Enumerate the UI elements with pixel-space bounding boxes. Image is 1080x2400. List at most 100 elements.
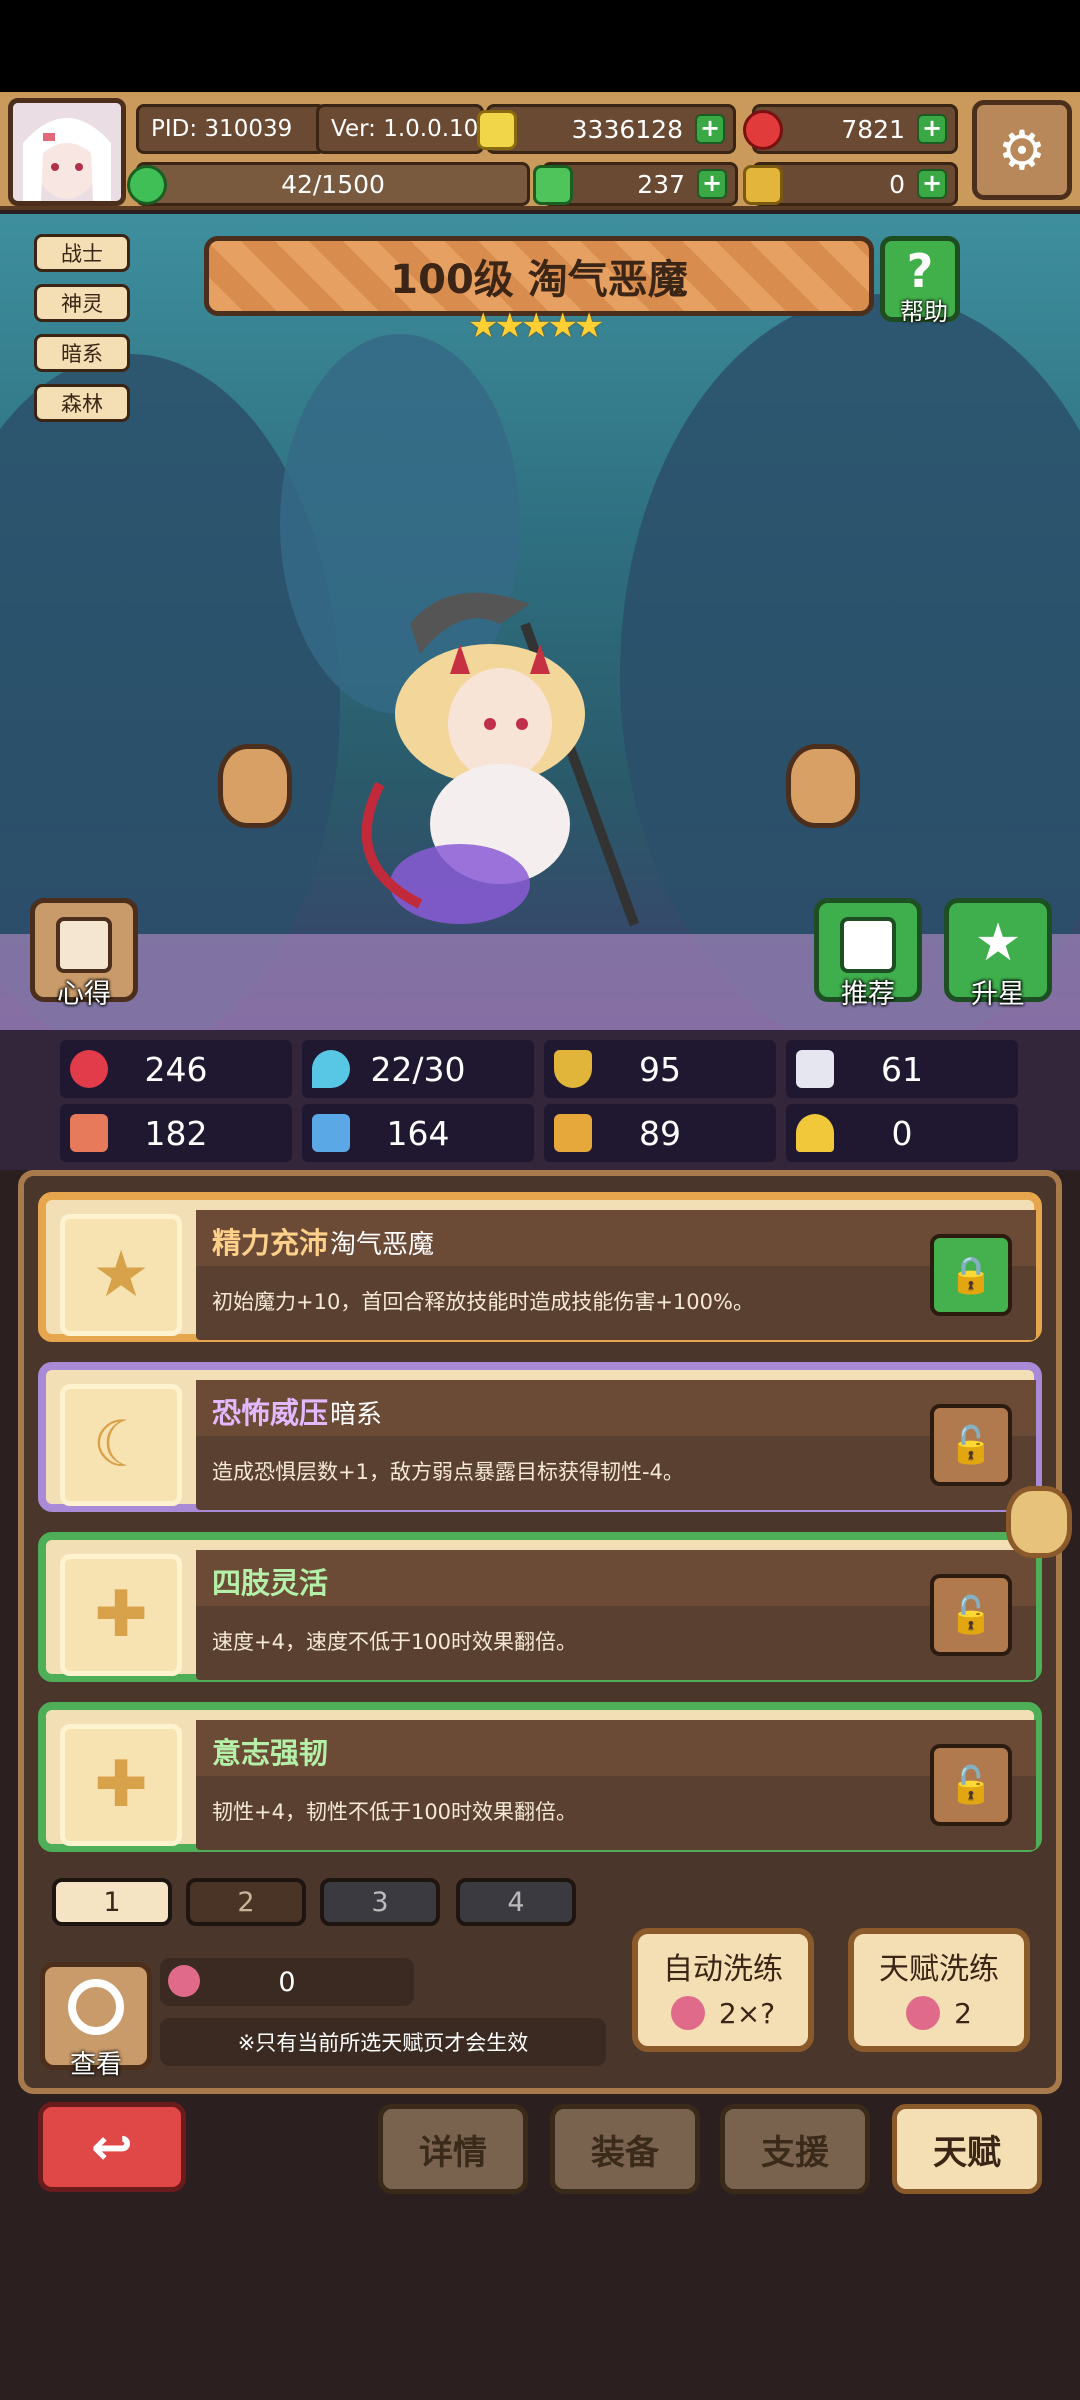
lock-icon: 🔒 — [948, 1255, 994, 1296]
tag-dark: 暗系 — [34, 334, 130, 372]
stat-defense: 95 — [544, 1040, 776, 1098]
red-gem-icon — [743, 110, 783, 150]
character-sprite — [361, 592, 640, 927]
star-icon: ★ — [974, 913, 1022, 973]
thumbs-up-icon — [840, 917, 896, 973]
talent-card-4[interactable]: ✚ 意志强韧 韧性+4，韧性不低于100时效果翻倍。 🔓 — [38, 1702, 1042, 1852]
talent-name: 意志强韧 — [212, 1736, 329, 1770]
tab-details[interactable]: 详情 — [378, 2104, 528, 2194]
key-icon — [743, 165, 783, 205]
talent-refine-button[interactable]: 天赋洗练 2 — [848, 1928, 1030, 2052]
status-bar — [0, 0, 1080, 92]
add-clover-button[interactable]: + — [697, 169, 727, 199]
prev-character-button[interactable] — [218, 744, 292, 828]
add-key-button[interactable]: + — [917, 169, 947, 199]
book-icon — [312, 1114, 350, 1152]
tag-warrior: 战士 — [34, 234, 130, 272]
talent-description: 速度+4，速度不低于100时效果翻倍。 — [212, 1630, 578, 1654]
recommend-label: 推荐 — [841, 979, 895, 1010]
stat-tenacity: 89 — [544, 1104, 776, 1162]
gold-counter: 3336128 + — [477, 104, 736, 154]
side-arrow-button[interactable] — [1006, 1486, 1072, 1558]
tag-deity: 神灵 — [34, 284, 130, 322]
fruit-icon — [670, 1996, 705, 2030]
clover-icon — [533, 165, 573, 205]
boot-icon — [554, 1114, 592, 1152]
unlock-icon: 🔓 — [948, 1425, 994, 1466]
fruit-counter: 0 — [160, 1958, 414, 2006]
gold-coin-icon — [477, 110, 517, 150]
page-tab-3[interactable]: 3 — [320, 1878, 440, 1926]
scroll-icon — [56, 917, 112, 973]
star-up-label: 升星 — [971, 979, 1025, 1010]
add-gold-button[interactable]: + — [695, 114, 725, 144]
talent-page-note: ※只有当前所选天赋页才会生效 — [160, 2018, 606, 2066]
return-arrow-icon: ↩ — [91, 2118, 133, 2176]
stat-speed: 61 — [786, 1040, 1018, 1098]
page-tab-4[interactable]: 4 — [456, 1878, 576, 1926]
tab-support[interactable]: 支援 — [720, 2104, 870, 2194]
stat-attack: 182 — [60, 1104, 292, 1162]
unlock-toggle[interactable]: 🔓 — [930, 1744, 1012, 1826]
key-value: 0 — [889, 169, 905, 199]
talent-refine-label: 天赋洗练 — [879, 1952, 999, 1987]
talent-refine-cost: 2 — [954, 1996, 972, 2030]
talent-name: 精力充沛 — [212, 1226, 329, 1260]
page-tab-2[interactable]: 2 — [186, 1878, 306, 1926]
tab-talent[interactable]: 天赋 — [892, 2104, 1042, 2194]
xp-bar: 42/1500 — [127, 162, 530, 206]
add-gem-button[interactable]: + — [917, 114, 947, 144]
shield-icon — [554, 1050, 592, 1088]
lock-toggle[interactable]: 🔒 — [930, 1234, 1012, 1316]
avatar[interactable] — [8, 98, 126, 206]
xp-value: 42/1500 — [281, 169, 385, 199]
talent-description: 初始魔力+10，首回合释放技能时造成技能伤害+100%。 — [212, 1290, 754, 1314]
view-label: 查看 — [69, 2050, 122, 2080]
cross-icon: ✚ — [60, 1724, 182, 1846]
unlock-toggle[interactable]: 🔓 — [930, 1574, 1012, 1656]
version: Ver: 1.0.0.10 — [316, 104, 484, 154]
talent-source: 淘气恶魔 — [330, 1230, 435, 1260]
tab-equipment[interactable]: 装备 — [550, 2104, 700, 2194]
xp-icon — [127, 165, 167, 205]
star-rating: ★★★★★ — [468, 306, 604, 346]
talent-card-3[interactable]: ✚ 四肢灵活 速度+4，速度不低于100时效果翻倍。 🔓 — [38, 1532, 1042, 1682]
clover-value: 237 — [637, 169, 685, 199]
gem-value: 7821 — [841, 114, 905, 144]
stat-luck: 0 — [786, 1104, 1018, 1162]
character-title: 100级 淘气恶魔 — [204, 236, 874, 316]
stat-hp: 246 — [60, 1040, 292, 1098]
cross-icon: ✚ — [60, 1554, 182, 1676]
next-character-button[interactable] — [786, 744, 860, 828]
fruit-value: 0 — [278, 1966, 296, 1998]
magnifier-icon — [68, 1979, 124, 2035]
tag-forest: 森林 — [34, 384, 130, 422]
talent-source: 暗系 — [330, 1400, 383, 1430]
back-button[interactable]: ↩ — [38, 2102, 186, 2192]
stat-mana: 22/30 — [302, 1040, 534, 1098]
star-badge-icon: ★ — [60, 1214, 182, 1336]
fist-icon — [70, 1114, 108, 1152]
water-drop-icon — [312, 1050, 350, 1088]
horseshoe-icon — [796, 1114, 834, 1152]
talent-description: 造成恐惧层数+1，敌方弱点暴露目标获得韧性-4。 — [212, 1460, 684, 1484]
unlock-icon: 🔓 — [948, 1765, 994, 1806]
page-tab-1[interactable]: 1 — [52, 1878, 172, 1926]
talent-card-2[interactable]: ☾ 恐怖威压 暗系 造成恐惧层数+1，敌方弱点暴露目标获得韧性-4。 🔓 — [38, 1362, 1042, 1512]
fruit-icon — [168, 1965, 200, 1997]
gear-icon: ⚙ — [997, 118, 1047, 182]
talent-description: 韧性+4，韧性不低于100时效果翻倍。 — [212, 1800, 578, 1824]
fruit-icon — [906, 1996, 941, 2030]
player-id: PID: 310039 — [136, 104, 326, 154]
settings-button[interactable]: ⚙ — [972, 100, 1072, 200]
auto-refine-label: 自动洗练 — [663, 1952, 783, 1987]
wing-icon — [796, 1050, 834, 1088]
key-counter: 0 + — [743, 162, 958, 206]
heart-icon — [70, 1050, 108, 1088]
talent-card-1[interactable]: ★ 精力充沛 淘气恶魔 初始魔力+10，首回合释放技能时造成技能伤害+100%。… — [38, 1192, 1042, 1342]
auto-refine-cost: 2×? — [718, 1996, 776, 2030]
moon-icon: ☾ — [60, 1384, 182, 1506]
unlock-toggle[interactable]: 🔓 — [930, 1404, 1012, 1486]
gem-counter: 7821 + — [743, 104, 958, 154]
auto-refine-button[interactable]: 自动洗练 2×? — [632, 1928, 814, 2052]
